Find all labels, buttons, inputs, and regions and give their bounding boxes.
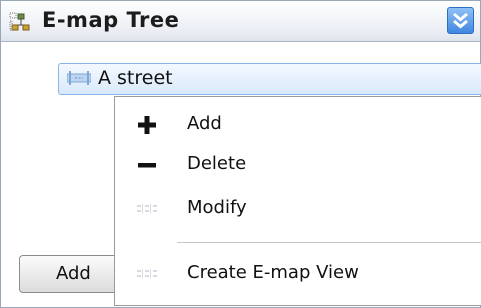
collapse-button[interactable] — [447, 7, 474, 34]
menu-item-label: Create E-map View — [187, 262, 359, 283]
tree-node-label: A street — [98, 67, 173, 89]
modify-icon — [137, 204, 157, 213]
street-icon — [67, 71, 91, 85]
tree-node-selected[interactable]: A street — [58, 63, 481, 95]
add-button-label: Add — [56, 263, 91, 284]
menu-item-add[interactable]: Add — [115, 105, 481, 145]
tree-structure-icon — [9, 12, 30, 31]
panel-header: E-map Tree — [1, 1, 480, 42]
double-chevron-down-icon — [453, 12, 468, 29]
context-menu: Add Delete Modify Create E-map View — [114, 96, 481, 306]
menu-item-create-emap-view[interactable]: Create E-map View — [115, 254, 481, 294]
menu-item-label: Modify — [187, 197, 247, 218]
panel-title: E-map Tree — [42, 8, 180, 32]
menu-item-label: Add — [187, 113, 222, 134]
minus-icon — [138, 163, 156, 168]
plus-icon — [138, 116, 156, 134]
map-view-icon — [137, 269, 157, 278]
menu-separator — [177, 242, 481, 243]
emap-tree-panel: E-map Tree A street Add Add Delete Modif… — [0, 0, 481, 308]
menu-item-modify[interactable]: Modify — [115, 189, 481, 229]
menu-item-delete[interactable]: Delete — [115, 145, 481, 185]
menu-item-label: Delete — [187, 153, 247, 174]
